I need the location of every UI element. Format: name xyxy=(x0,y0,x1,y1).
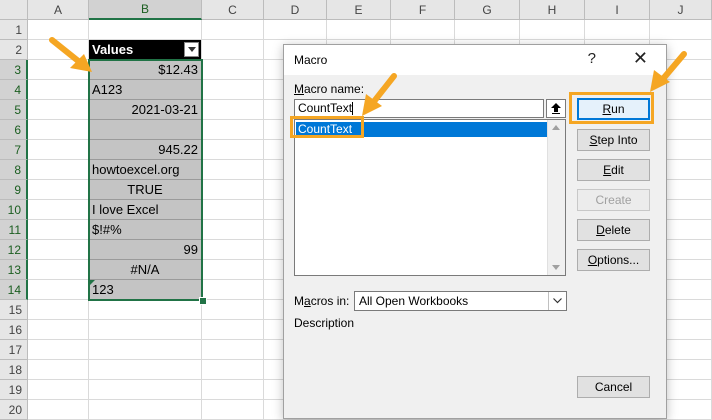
help-icon[interactable]: ? xyxy=(588,50,596,67)
column-header-d[interactable]: D xyxy=(264,0,327,20)
macro-list-item[interactable]: CountText xyxy=(296,122,549,137)
cell-b11[interactable]: $!#% xyxy=(89,220,201,240)
column-header-c[interactable]: C xyxy=(202,0,264,20)
delete-button[interactable]: Delete xyxy=(577,219,650,241)
cell-b4[interactable]: A123 xyxy=(89,80,201,100)
row-header-12[interactable]: 12 xyxy=(0,240,28,260)
row-header-13[interactable]: 13 xyxy=(0,260,28,280)
row-header-7[interactable]: 7 xyxy=(0,140,28,160)
column-header-h[interactable]: H xyxy=(520,0,585,20)
macro-dialog: Macro ? ✕ Macro name: CountText CountTex… xyxy=(283,44,667,419)
fill-handle[interactable] xyxy=(199,297,207,305)
row-header-18[interactable]: 18 xyxy=(0,360,28,380)
cell-b7[interactable]: 945.22 xyxy=(89,140,201,160)
row-header-5[interactable]: 5 xyxy=(0,100,28,120)
cell-b10[interactable]: I love Excel xyxy=(89,200,201,220)
cell-b14-value: 123 xyxy=(92,282,114,297)
filter-dropdown-icon[interactable] xyxy=(184,42,199,57)
row-header-9[interactable]: 9 xyxy=(0,180,28,200)
row-header-2[interactable]: 2 xyxy=(0,40,28,60)
row-header-1[interactable]: 1 xyxy=(0,20,28,40)
cell-b6[interactable] xyxy=(89,120,201,140)
cell-b14[interactable]: 123 xyxy=(89,280,201,300)
column-header-b[interactable]: B xyxy=(89,0,202,20)
row-header-6[interactable]: 6 xyxy=(0,120,28,140)
chevron-down-icon[interactable] xyxy=(548,292,566,310)
cell-b9[interactable]: TRUE xyxy=(89,180,201,200)
step-into-button[interactable]: Step Into xyxy=(577,129,650,151)
cell-b8[interactable]: howtoexcel.org xyxy=(89,160,201,180)
column-header-e[interactable]: E xyxy=(327,0,391,20)
cell-b13[interactable]: #N/A xyxy=(89,260,201,280)
edit-button[interactable]: Edit xyxy=(577,159,650,181)
scroll-up-icon[interactable] xyxy=(552,125,560,130)
row-header-10[interactable]: 10 xyxy=(0,200,28,220)
row-header-20[interactable]: 20 xyxy=(0,400,28,420)
macros-in-label: Macros in: xyxy=(294,294,350,308)
cell-b3[interactable]: $12.43 xyxy=(89,60,201,80)
scroll-down-icon[interactable] xyxy=(552,265,560,270)
upload-macro-icon[interactable] xyxy=(546,99,566,118)
close-icon[interactable]: ✕ xyxy=(633,48,648,69)
table-header-values[interactable]: Values xyxy=(89,40,201,60)
dialog-title: Macro xyxy=(294,53,328,67)
select-all-corner[interactable] xyxy=(0,0,28,20)
create-button[interactable]: Create xyxy=(577,189,650,211)
macros-in-select[interactable]: All Open Workbooks xyxy=(354,291,567,311)
description-label: Description xyxy=(294,316,355,330)
macro-list[interactable]: CountText xyxy=(294,119,566,276)
dialog-titlebar[interactable]: Macro ? ✕ xyxy=(284,45,666,75)
column-header-a[interactable]: A xyxy=(28,0,89,20)
row-header-16[interactable]: 16 xyxy=(0,320,28,340)
row-header-8[interactable]: 8 xyxy=(0,160,28,180)
macro-name-label: Macro name: xyxy=(294,82,365,96)
cell-b5[interactable]: 2021-03-21 xyxy=(89,100,201,120)
options-button[interactable]: Options... xyxy=(577,249,650,271)
run-button[interactable]: Run xyxy=(577,98,650,120)
row-header-19[interactable]: 19 xyxy=(0,380,28,400)
column-header-f[interactable]: F xyxy=(391,0,455,20)
cell-b12[interactable]: 99 xyxy=(89,240,201,260)
row-header-14[interactable]: 14 xyxy=(0,280,28,300)
column-header-g[interactable]: G xyxy=(455,0,520,20)
cancel-button[interactable]: Cancel xyxy=(577,376,650,398)
table-header-label: Values xyxy=(92,42,134,57)
list-scrollbar[interactable] xyxy=(547,120,565,275)
macro-name-input[interactable]: CountText xyxy=(294,99,544,118)
row-header-4[interactable]: 4 xyxy=(0,80,28,100)
row-header-3[interactable]: 3 xyxy=(0,60,28,80)
row-header-11[interactable]: 11 xyxy=(0,220,28,240)
row-header-15[interactable]: 15 xyxy=(0,300,28,320)
error-indicator-icon xyxy=(89,280,95,286)
row-header-17[interactable]: 17 xyxy=(0,340,28,360)
column-header-i[interactable]: I xyxy=(585,0,650,20)
column-header-j[interactable]: J xyxy=(650,0,712,20)
